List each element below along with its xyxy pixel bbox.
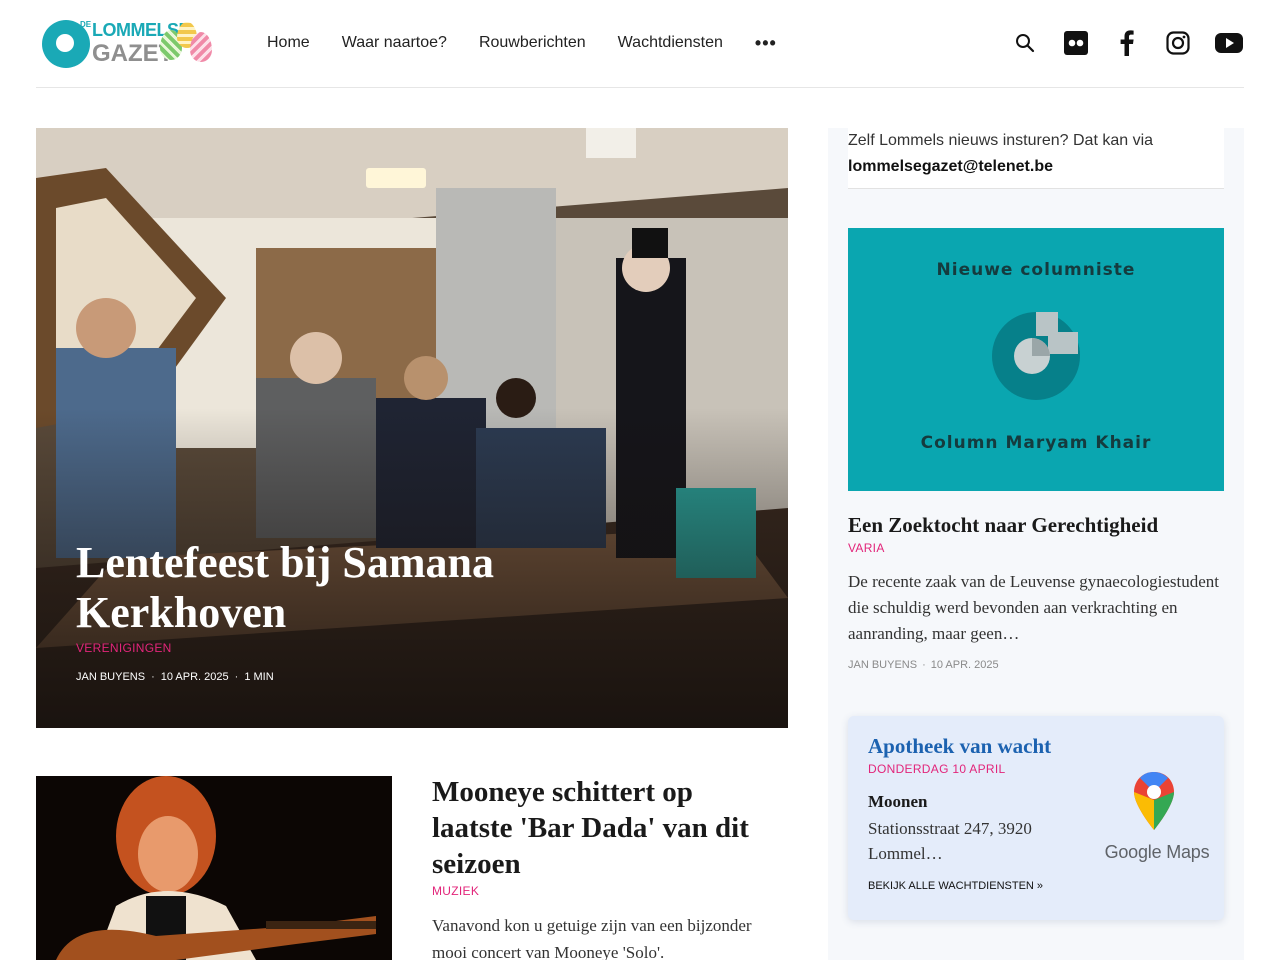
nav-item-rouwberichten[interactable]: Rouwberichten xyxy=(479,32,586,54)
site-logo[interactable]: DE LOMMELSE GAZET xyxy=(42,18,222,70)
column-image-heading: Nieuwe columniste xyxy=(936,260,1136,280)
easter-egg-icon xyxy=(190,32,212,62)
all-pharmacies-link[interactable]: BEKIJK ALLE WACHTDIENSTEN » xyxy=(868,880,1043,892)
pharmacy-name: Moonen xyxy=(868,792,928,811)
featured-date: 10 APR. 2025 xyxy=(160,671,229,683)
pharmacy-card: Apotheek van wacht DONDERDAG 10 APRIL Mo… xyxy=(848,716,1224,920)
column-logo-icon xyxy=(992,312,1080,400)
article2-photo[interactable] xyxy=(36,776,392,960)
featured-article[interactable]: Lentefeest bij Samana Kerkhoven VERENIGI… xyxy=(36,128,788,728)
map-pin-icon xyxy=(1134,772,1174,830)
sidebar-article-author[interactable]: JAN BUYENS xyxy=(848,659,917,671)
featured-author[interactable]: JAN BUYENS xyxy=(76,671,145,683)
meta-separator: · xyxy=(922,659,926,671)
featured-meta: JAN BUYENS · 10 APR. 2025 · 1 MIN xyxy=(76,671,274,683)
article2-excerpt: Vanavond kon u getuige zijn van een bijz… xyxy=(432,916,752,960)
sidebar-article-category[interactable]: VARIA xyxy=(848,541,885,555)
featured-category[interactable]: VERENIGINGEN xyxy=(76,641,172,655)
youtube-icon[interactable] xyxy=(1214,28,1244,58)
google-maps-label: Google Maps xyxy=(1104,842,1210,862)
column-image[interactable]: Nieuwe columniste Column Maryam Khair xyxy=(848,228,1224,491)
featured-title[interactable]: Lentefeest bij Samana Kerkhoven xyxy=(76,538,546,638)
meta-separator: · xyxy=(151,671,155,683)
google-maps-button[interactable]: Google Maps xyxy=(1102,770,1212,870)
nav-item-home[interactable]: Home xyxy=(267,32,310,54)
sidebar-article-excerpt: De recente zaak van de Leuvense gynaecol… xyxy=(848,572,1219,643)
logo-prefix: DE xyxy=(80,20,92,29)
facebook-icon[interactable] xyxy=(1112,28,1142,58)
sidebar-article-title[interactable]: Een Zoektocht naar Gerechtigheid xyxy=(848,512,1224,538)
site-header: DE LOMMELSE GAZET Home Waar naartoe? Rou… xyxy=(36,0,1244,88)
main-nav: Home Waar naartoe? Rouwberichten Wachtdi… xyxy=(267,32,777,54)
article2-category[interactable]: MUZIEK xyxy=(432,884,479,898)
nav-item-waar-naartoe[interactable]: Waar naartoe? xyxy=(342,32,447,54)
instagram-icon[interactable] xyxy=(1163,28,1193,58)
pharmacy-address: Stationsstraat 247, 3920 Lommel… xyxy=(868,819,1032,863)
sidebar-article-date: 10 APR. 2025 xyxy=(930,659,999,671)
column-image-footer: Column Maryam Khair xyxy=(920,433,1152,453)
meta-separator: · xyxy=(234,671,239,683)
flickr-icon[interactable] xyxy=(1061,28,1091,58)
article2-title[interactable]: Mooneye schittert op laatste 'Bar Dada' … xyxy=(432,774,772,882)
submit-news-email[interactable]: lommelsegazet@telenet.be xyxy=(848,158,1053,175)
sidebar-article-meta: JAN BUYENS · 10 APR. 2025 xyxy=(848,659,999,671)
submit-news-label: Zelf Lommels nieuws insturen? Dat kan vi… xyxy=(848,132,1154,149)
more-menu-icon[interactable]: ••• xyxy=(755,32,777,54)
pharmacy-date: DONDERDAG 10 APRIL xyxy=(868,762,1006,776)
search-icon[interactable] xyxy=(1010,28,1040,58)
featured-read-time: 1 MIN xyxy=(244,671,274,683)
sidebar: Zelf Lommels nieuws insturen? Dat kan vi… xyxy=(828,128,1244,960)
submit-news-text: Zelf Lommels nieuws insturen? Dat kan vi… xyxy=(848,128,1224,189)
nav-item-wachtdiensten[interactable]: Wachtdiensten xyxy=(618,32,723,54)
pharmacy-title: Apotheek van wacht xyxy=(868,734,1052,758)
header-icons xyxy=(989,28,1244,58)
